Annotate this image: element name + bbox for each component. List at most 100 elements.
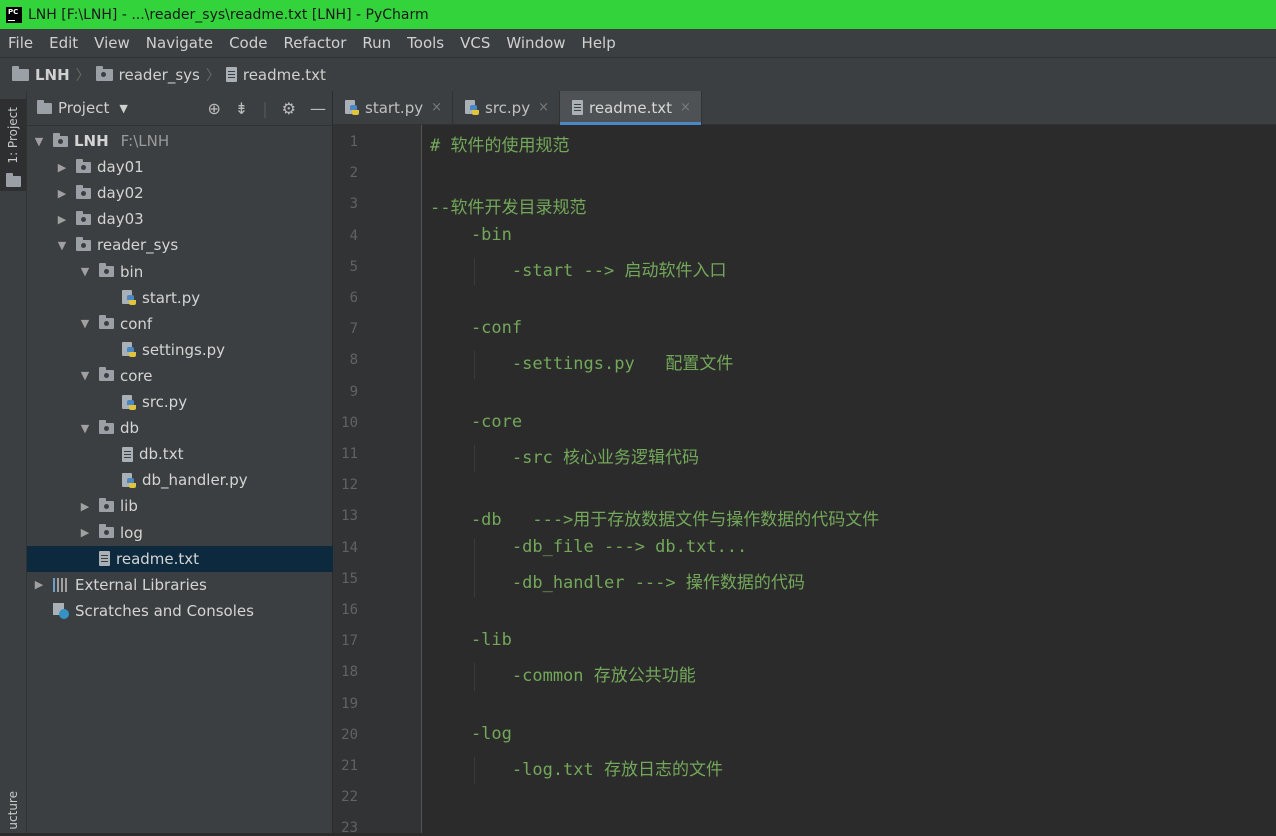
collapsed-arrow-icon[interactable]: ▶	[77, 500, 93, 513]
expanded-arrow-icon[interactable]: ▼	[77, 317, 93, 330]
line-number: 16	[341, 602, 358, 618]
tree-node-day02[interactable]: ▶ day02	[27, 180, 359, 206]
line-number: 14	[341, 539, 358, 556]
breadcrumb-item-reader-sys[interactable]: reader_sys	[119, 66, 200, 84]
indent-guide	[474, 663, 475, 691]
menu-view[interactable]: View	[86, 34, 138, 52]
collapsed-arrow-icon[interactable]: ▶	[54, 161, 70, 174]
code-line: -db_file ---> db.txt...	[430, 536, 748, 557]
menu-file[interactable]: File	[0, 34, 41, 52]
menu-navigate[interactable]: Navigate	[138, 34, 221, 52]
collapsed-arrow-icon[interactable]: ▶	[31, 578, 47, 591]
menu-vcs[interactable]: VCS	[452, 34, 498, 52]
tree-node-label: core	[120, 366, 153, 385]
code-line: -db_handler ---> 操作数据的代码	[430, 572, 805, 593]
python-file-icon	[465, 100, 480, 115]
project-tool-tab[interactable]: 1: Project	[0, 99, 26, 191]
code-line: -settings.py 配置文件	[430, 354, 734, 375]
menu-refactor[interactable]: Refactor	[275, 34, 354, 52]
breadcrumb-item-lnh[interactable]: LNH	[35, 66, 70, 84]
code-line: -bin	[430, 224, 512, 245]
line-number: 23	[341, 820, 358, 836]
python-file-icon	[122, 342, 136, 358]
tree-node-label: start.py	[142, 288, 201, 307]
line-number: 10	[341, 414, 358, 431]
editor: start.py × src.py × readme.txt × 1 2 3 4 5 6 7 8 9 10 1…	[333, 91, 1276, 836]
chevron-right-icon: 〉	[75, 67, 90, 84]
window-title: LNH [F:\LNH] - ...\reader_sys\readme.txt…	[28, 6, 429, 23]
structure-tool-tab[interactable]: ucture	[6, 791, 20, 830]
tree-node-reader-sys[interactable]: ▼ reader_sys	[27, 232, 359, 258]
tree-node-label: settings.py	[142, 340, 225, 359]
text-file-icon	[225, 67, 237, 82]
tree-node-lnh[interactable]: ▼ LNH F:\LNH	[27, 128, 336, 154]
tree-node-db[interactable]: ▼ db	[27, 415, 382, 441]
dropdown-arrow-icon: ▼	[119, 101, 128, 115]
tree-node-label: db.txt	[139, 445, 184, 464]
folder-icon	[12, 65, 29, 81]
code-line: -core	[430, 411, 523, 432]
python-file-icon	[122, 472, 136, 488]
editor-tab-start-py[interactable]: start.py ×	[333, 91, 454, 124]
tree-node-scratches-and-consoles[interactable]: Scratches and Consoles	[27, 598, 336, 624]
collapsed-arrow-icon[interactable]: ▶	[77, 526, 93, 539]
expanded-arrow-icon[interactable]: ▼	[54, 239, 70, 252]
expanded-arrow-icon[interactable]: ▼	[31, 135, 47, 148]
close-icon[interactable]: ×	[431, 100, 442, 115]
collapse-all-icon[interactable]: ⇟	[235, 99, 248, 118]
menu-code[interactable]: Code	[221, 34, 275, 52]
menu-window[interactable]: Window	[498, 34, 573, 52]
menu-edit[interactable]: Edit	[41, 34, 86, 52]
tree-node-day03[interactable]: ▶ day03	[27, 206, 359, 232]
breadcrumb-item-readme[interactable]: readme.txt	[243, 66, 326, 84]
tree-node-bin[interactable]: ▼ bin	[27, 259, 382, 285]
menu-tools[interactable]: Tools	[399, 34, 452, 52]
folder-icon	[76, 236, 91, 251]
menu-bar: File Edit View Navigate Code Refactor Run Tools…	[0, 29, 1276, 57]
line-number: 12	[341, 477, 358, 494]
indent-guide	[474, 757, 475, 785]
tree-node-readme-txt[interactable]: readme.txt	[27, 545, 382, 572]
tree-node-label: db	[120, 419, 140, 438]
code-line: --软件开发目录规范	[430, 198, 587, 219]
close-icon[interactable]: ×	[680, 100, 691, 115]
indent-guide	[474, 538, 475, 597]
expanded-arrow-icon[interactable]: ▼	[77, 422, 93, 435]
tree-node-day01[interactable]: ▶ day01	[27, 154, 359, 180]
title-bar: PC LNH [F:\LNH] - ...\reader_sys\readme.…	[0, 0, 1276, 29]
editor-tab-src-py[interactable]: src.py ×	[453, 91, 560, 124]
hide-panel-icon[interactable]: —	[310, 99, 326, 118]
line-number: 11	[341, 446, 358, 462]
line-number: 8	[349, 352, 358, 369]
editor-tab-readme-txt[interactable]: readme.txt ×	[560, 91, 702, 125]
collapsed-arrow-icon[interactable]: ▶	[54, 213, 70, 226]
collapsed-arrow-icon[interactable]: ▶	[54, 187, 70, 200]
line-number: 9	[349, 383, 358, 400]
folder-icon	[76, 210, 91, 225]
expanded-arrow-icon[interactable]: ▼	[77, 369, 93, 382]
editor-tabs: start.py × src.py × readme.txt ×	[333, 91, 1276, 125]
breadcrumb: LNH 〉 reader_sys 〉 readme.txt	[0, 57, 1276, 92]
menu-help[interactable]: Help	[574, 34, 624, 52]
project-view-selector[interactable]: Project ▼	[37, 99, 128, 117]
close-icon[interactable]: ×	[538, 100, 549, 115]
folder-icon	[99, 497, 114, 512]
line-number: 7	[349, 321, 358, 338]
folder-icon	[37, 99, 52, 114]
expanded-arrow-icon[interactable]: ▼	[77, 265, 93, 278]
tree-node-log[interactable]: ▶ log	[27, 520, 382, 546]
folder-icon	[95, 65, 113, 81]
tree-node-lib[interactable]: ▶ lib	[27, 493, 382, 519]
text-file-icon	[572, 100, 583, 115]
code-line: -lib	[430, 630, 512, 651]
tree-node-core[interactable]: ▼ core	[27, 363, 382, 389]
line-number: 5	[349, 258, 358, 275]
library-icon	[53, 577, 69, 592]
menu-run[interactable]: Run	[354, 34, 399, 52]
tree-node-conf[interactable]: ▼ conf	[27, 311, 382, 337]
line-number: 19	[341, 695, 358, 712]
line-number: 22	[341, 789, 358, 806]
tree-node-external-libraries[interactable]: ▶ External Libraries	[27, 572, 336, 598]
gear-icon[interactable]: ⚙	[282, 99, 296, 118]
locate-file-icon[interactable]: ⊕	[207, 99, 220, 118]
